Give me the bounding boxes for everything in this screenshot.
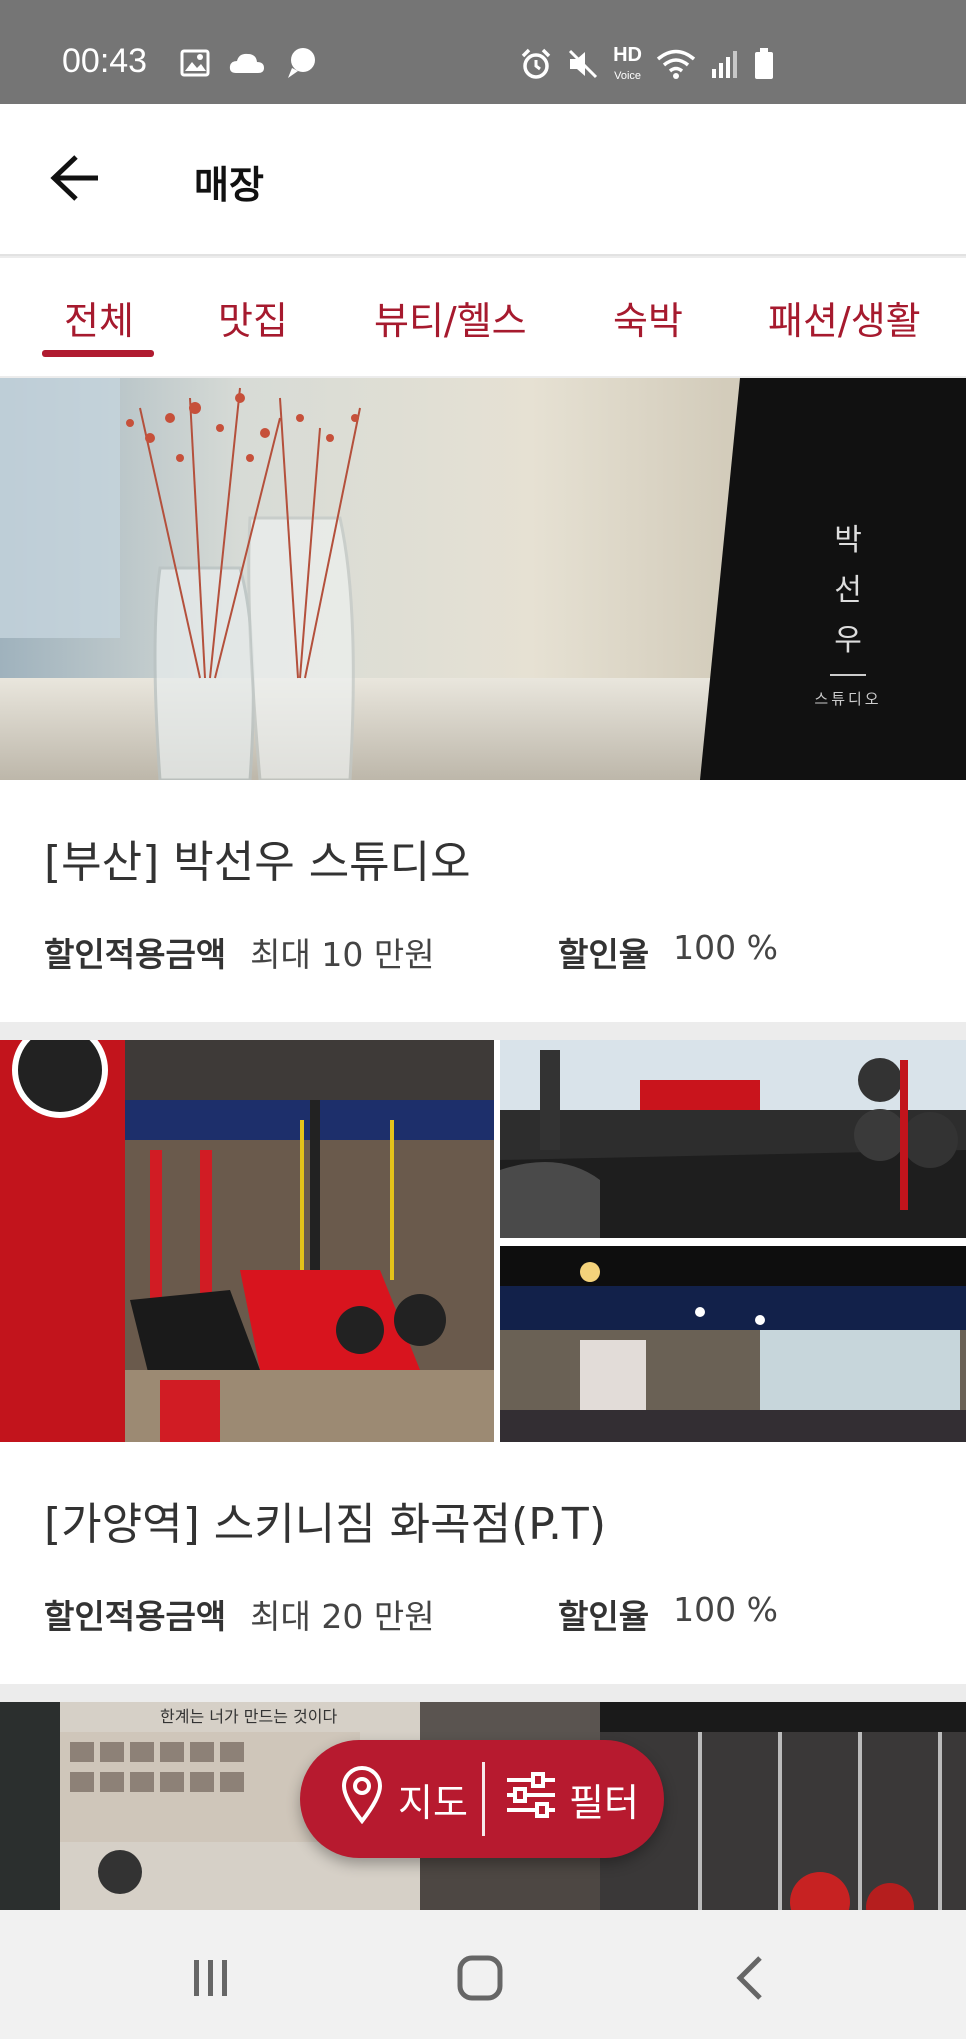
filter-button-label: 필터 <box>569 1780 639 1825</box>
discount-rate-value: 100 % <box>673 1590 778 1629</box>
discount-amount-label: 할인적용금액 <box>44 1597 227 1636</box>
map-button[interactable]: 지도 <box>300 1740 482 1858</box>
wifi-icon <box>656 48 696 84</box>
store-card[interactable]: [가양역] 스키니짐 화곡점(P.T) 할인적용금액 최대 20 만원 할인율 … <box>0 1040 966 1684</box>
chevron-left-icon <box>732 1954 768 2006</box>
battery-icon <box>754 47 774 84</box>
recent-apps-button[interactable] <box>180 1950 240 2010</box>
tab-beauty-health[interactable]: 뷰티/헬스 <box>374 290 527 345</box>
map-filter-fab: 지도 필터 <box>300 1740 664 1858</box>
discount-amount-value: 최대 20 만원 <box>250 1597 435 1636</box>
tab-all[interactable]: 전체 <box>64 290 134 345</box>
signal-icon <box>710 49 740 83</box>
category-tabs: 전체 맛집 뷰티/헬스 숙박 패션/생활 <box>0 258 966 376</box>
mute-icon <box>567 48 599 84</box>
system-back-button[interactable] <box>720 1950 780 2010</box>
tab-restaurant[interactable]: 맛집 <box>218 290 288 345</box>
cloud-icon <box>228 51 266 79</box>
chat-bubble-icon <box>284 46 318 84</box>
map-pin-icon <box>340 1765 384 1833</box>
status-time: 00:43 <box>62 42 148 80</box>
fab-divider <box>482 1762 485 1836</box>
back-button[interactable] <box>44 148 108 212</box>
store-image-text: 선 <box>834 573 862 608</box>
recent-apps-icon <box>188 1956 232 2004</box>
store-image-wall-text: 한계는 너가 만드는 것이다 <box>160 1707 337 1726</box>
store-image-text: 박 <box>834 523 862 558</box>
discount-rate-label: 할인율 <box>558 935 650 974</box>
store-discount-info: 할인적용금액 최대 20 만원 할인율 100 % <box>44 1590 778 1638</box>
system-nav-bar <box>0 1910 966 2039</box>
page-title: 매장 <box>194 163 264 207</box>
store-image: 박 선 우 스튜디오 <box>0 378 966 780</box>
status-bar: 00:43 HD Voice <box>0 0 966 104</box>
store-card[interactable]: 박 선 우 스튜디오 [부산] 박선우 스튜디오 할인적용금액 최대 10 만원… <box>0 378 966 1022</box>
alarm-icon <box>519 47 553 85</box>
filter-sliders-icon <box>505 1771 557 1827</box>
discount-amount-label: 할인적용금액 <box>44 935 227 974</box>
tab-fashion-living[interactable]: 패션/생활 <box>768 290 921 345</box>
discount-rate-label: 할인율 <box>558 1597 650 1636</box>
store-discount-info: 할인적용금액 최대 10 만원 할인율 100 % <box>44 928 778 976</box>
filter-button[interactable]: 필터 <box>485 1740 639 1858</box>
store-name: [가양역] 스키니짐 화곡점(P.T) <box>44 1499 606 1550</box>
store-image-subtext: 스튜디오 <box>814 690 881 708</box>
back-arrow-icon <box>50 154 102 206</box>
store-image-text: 우 <box>834 623 862 658</box>
discount-amount-value: 최대 10 만원 <box>250 935 435 974</box>
hd-voice-icon: HD Voice <box>613 44 642 82</box>
store-image <box>0 1040 966 1442</box>
home-button[interactable] <box>450 1950 510 2010</box>
tab-accommodation[interactable]: 숙박 <box>613 290 683 345</box>
store-name: [부산] 박선우 스튜디오 <box>44 837 471 888</box>
app-bar: 매장 <box>0 104 966 256</box>
discount-rate-value: 100 % <box>673 928 778 967</box>
tab-indicator <box>42 350 154 357</box>
home-icon <box>456 1954 504 2006</box>
image-icon <box>180 49 210 81</box>
map-button-label: 지도 <box>398 1780 468 1825</box>
